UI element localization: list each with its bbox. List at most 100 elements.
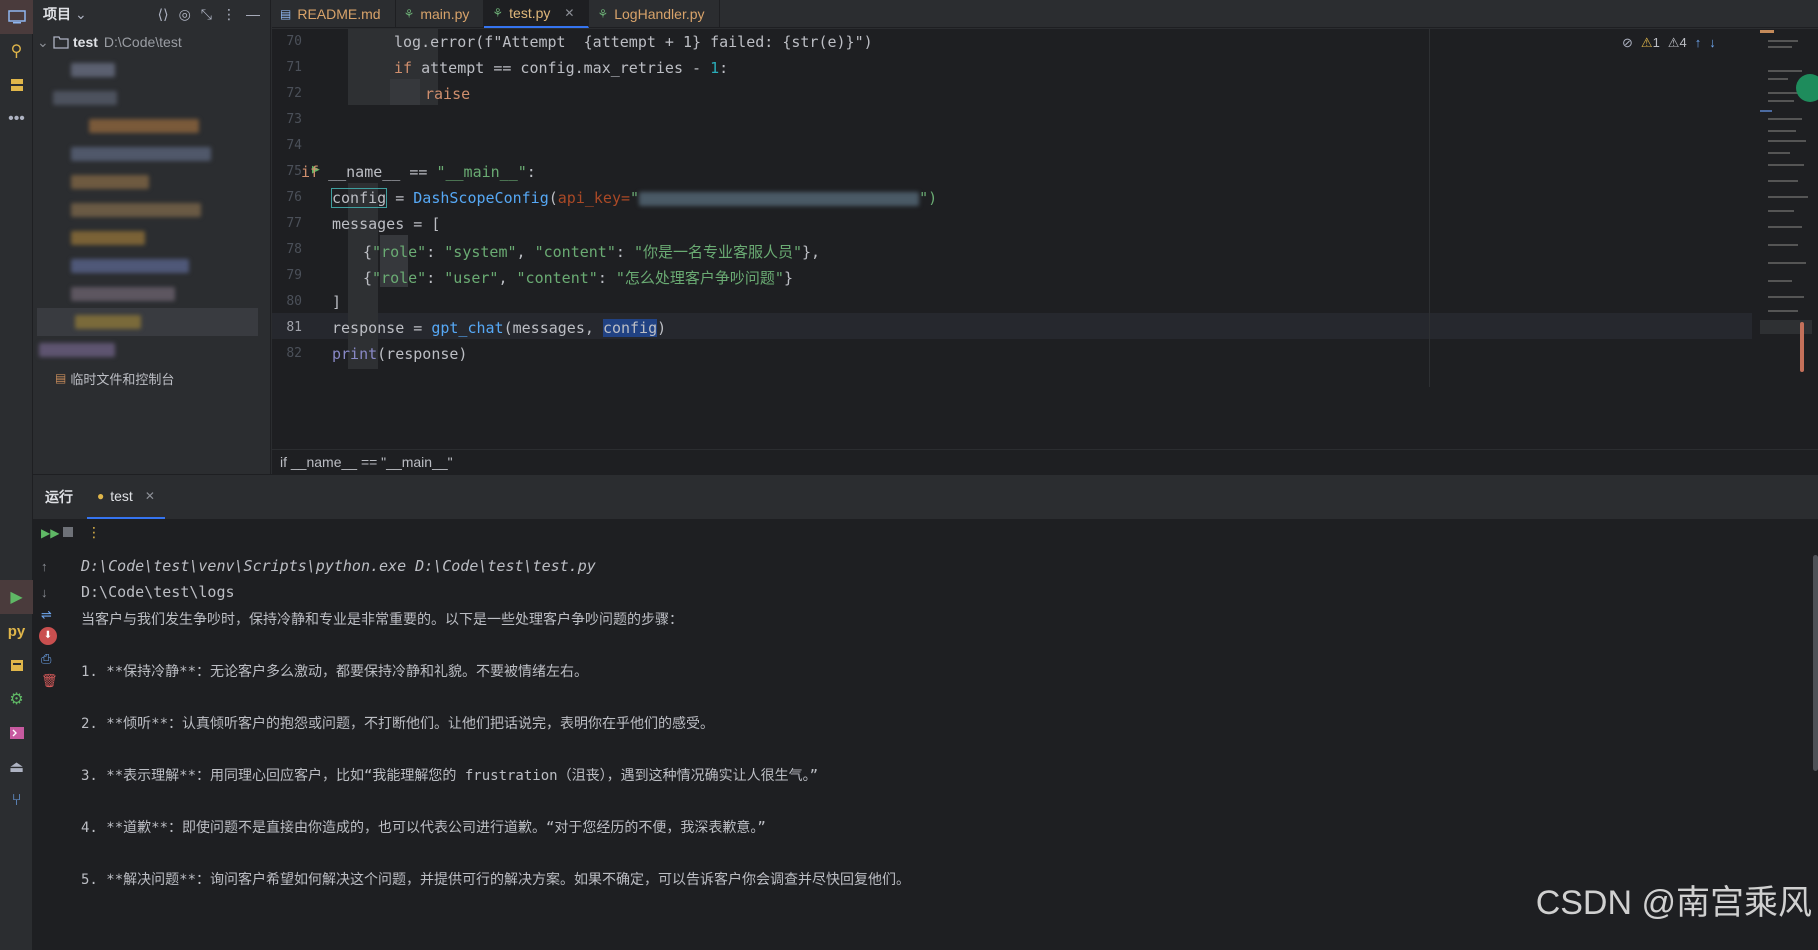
weak-warning-icon[interactable]: ⚠4 xyxy=(1668,35,1687,51)
code-line-78: {"role": "system", "content": "你是一名专业客服人… xyxy=(363,241,820,262)
tool-window-strip: ⚲ ••• ▶ py ⚙ ⏏ ⑂ xyxy=(0,0,33,950)
more-tools-icon[interactable]: ••• xyxy=(0,102,33,136)
tree-item-redacted[interactable] xyxy=(33,224,270,252)
scratches-item[interactable]: ▤ 临时文件和控制台 xyxy=(33,364,270,392)
chevron-down-icon[interactable]: ⌄ xyxy=(75,6,87,23)
scratches-icon: ▤ xyxy=(55,371,67,385)
code-token: response = xyxy=(332,319,432,337)
code-line-81: response = gpt_chat(messages, config) xyxy=(332,319,666,337)
tree-item-redacted[interactable] xyxy=(33,196,270,224)
python-file-icon: ⚘ xyxy=(597,7,609,21)
code-token: : xyxy=(615,243,634,261)
code-token: (response) xyxy=(377,345,468,363)
code-token: api_key= xyxy=(557,189,631,207)
tree-item-redacted[interactable] xyxy=(33,168,270,196)
console-scrollbar[interactable] xyxy=(1813,555,1818,771)
code-token: "你是一名专业客服人员" xyxy=(633,243,803,261)
editor-tab-bar: ▤ README.md ⚘ main.py ⚘ test.py ✕ ⚘ LogH… xyxy=(272,0,1818,28)
code-token: config xyxy=(330,188,388,208)
run-tab-test[interactable]: ● test ✕ xyxy=(87,475,165,519)
breadcrumb-item[interactable]: if __name__ == "__main__" xyxy=(280,454,453,470)
code-token: "system" xyxy=(444,243,517,261)
code-token: "role" xyxy=(372,243,427,261)
code-line-80: ] xyxy=(332,293,342,311)
run-panel-header: 运行 ● test ✕ xyxy=(33,475,1818,519)
code-token: "content" xyxy=(516,269,598,287)
code-token: : xyxy=(426,269,445,287)
project-tool-icon[interactable] xyxy=(0,0,33,34)
target-icon[interactable]: ◎ xyxy=(179,6,191,23)
terminal-icon[interactable] xyxy=(0,716,33,750)
tab-readme[interactable]: ▤ README.md xyxy=(272,0,396,28)
project-panel-title[interactable]: 项目 xyxy=(43,4,71,24)
stop-icon[interactable] xyxy=(63,527,73,537)
close-run-tab-icon[interactable]: ✕ xyxy=(145,489,155,503)
code-token: gpt_chat xyxy=(431,319,504,337)
python-packages-icon[interactable] xyxy=(0,648,33,682)
run-toolbar: ▶▶ ⋮ xyxy=(33,519,1818,549)
code-editor[interactable]: 70 71 72 73 74 75 76 77 78 79 80 81 82 ▶… xyxy=(272,29,1818,449)
code-token: ") xyxy=(919,189,938,207)
code-token: , xyxy=(498,269,517,287)
code-token: ) xyxy=(657,319,667,337)
code-token: "role" xyxy=(372,269,427,287)
collapse-icon[interactable]: ⟨⟩ xyxy=(158,6,169,23)
tab-main-py[interactable]: ⚘ main.py xyxy=(396,0,485,28)
tab-label: README.md xyxy=(297,6,381,22)
eye-off-icon[interactable]: ⊘ xyxy=(1622,35,1633,51)
code-token: : xyxy=(526,163,536,181)
tree-item-redacted[interactable] xyxy=(33,336,270,364)
chevron-down-icon[interactable]: ⌄ xyxy=(37,34,49,51)
tree-item-redacted[interactable] xyxy=(33,252,270,280)
code-token: (messages, xyxy=(503,319,603,337)
python-console-icon[interactable]: py xyxy=(0,614,33,648)
code-line-77: messages = [ xyxy=(332,215,441,233)
tree-item-redacted[interactable] xyxy=(33,56,270,84)
code-token: : xyxy=(597,269,616,287)
next-highlight-icon[interactable]: ↓ xyxy=(1709,35,1716,51)
tree-root[interactable]: ⌄ test D:\Code\test xyxy=(33,28,270,56)
tree-item-redacted[interactable] xyxy=(33,140,270,168)
close-tab-icon[interactable]: ✕ xyxy=(564,6,574,20)
rerun-icon[interactable]: ▶▶ xyxy=(41,526,59,540)
minimap[interactable] xyxy=(1760,30,1818,375)
folder-icon xyxy=(53,36,69,49)
tree-item-redacted[interactable] xyxy=(33,280,270,308)
inspection-widget[interactable]: ⊘ ⚠1 ⚠4 ↑ ↓ xyxy=(1622,35,1716,51)
run-tool-icon[interactable]: ▶ xyxy=(0,580,33,614)
project-panel: 项目 ⌄ ⟨⟩ ◎ ⤡ ⋮ — ⌄ test D:\Code\test ▤ 临时… xyxy=(33,0,271,474)
problems-icon[interactable]: ⏏ xyxy=(0,750,33,784)
options-icon[interactable]: ⋮ xyxy=(222,6,236,23)
python-icon: ● xyxy=(97,489,105,503)
structure-icon[interactable] xyxy=(0,68,33,102)
tab-loghandler-py[interactable]: ⚘ LogHandler.py xyxy=(589,0,720,28)
weak-warning-count: 4 xyxy=(1679,35,1687,50)
line-number: 73 xyxy=(286,112,302,127)
warning-icon[interactable]: ⚠1 xyxy=(1641,35,1660,51)
line-number: 76 xyxy=(286,190,302,205)
tree-item-selected[interactable] xyxy=(37,308,258,336)
line-number: 82 xyxy=(286,346,302,361)
git-icon[interactable]: ⑂ xyxy=(0,784,33,818)
line-number: 80 xyxy=(286,294,302,309)
code-line-72: raise xyxy=(425,85,471,103)
breadcrumb[interactable]: if __name__ == "__main__" xyxy=(272,449,1818,474)
tab-test-py[interactable]: ⚘ test.py ✕ xyxy=(484,0,590,28)
commit-icon[interactable]: ⚲ xyxy=(0,34,33,68)
line-number: 77 xyxy=(286,216,302,231)
python-file-icon: ⚘ xyxy=(403,7,415,21)
code-token: attempt == config.max_retries - xyxy=(412,59,711,77)
expand-icon[interactable]: ⤡ xyxy=(201,6,212,23)
more-options-icon[interactable]: ⋮ xyxy=(87,524,101,541)
code-token: { xyxy=(363,269,373,287)
tree-item-redacted[interactable] xyxy=(33,112,270,140)
code-token: : xyxy=(426,243,445,261)
previous-highlight-icon[interactable]: ↑ xyxy=(1695,35,1702,51)
services-icon[interactable]: ⚙ xyxy=(0,682,33,716)
line-number-current: 81 xyxy=(286,320,302,335)
code-token: print xyxy=(332,345,378,363)
line-number-gutter: 70 71 72 73 74 75 76 77 78 79 80 81 82 ▶ xyxy=(272,29,347,449)
python-file-icon: ⚘ xyxy=(492,6,504,20)
tree-item-redacted[interactable] xyxy=(33,84,270,112)
hide-icon[interactable]: — xyxy=(246,6,260,22)
